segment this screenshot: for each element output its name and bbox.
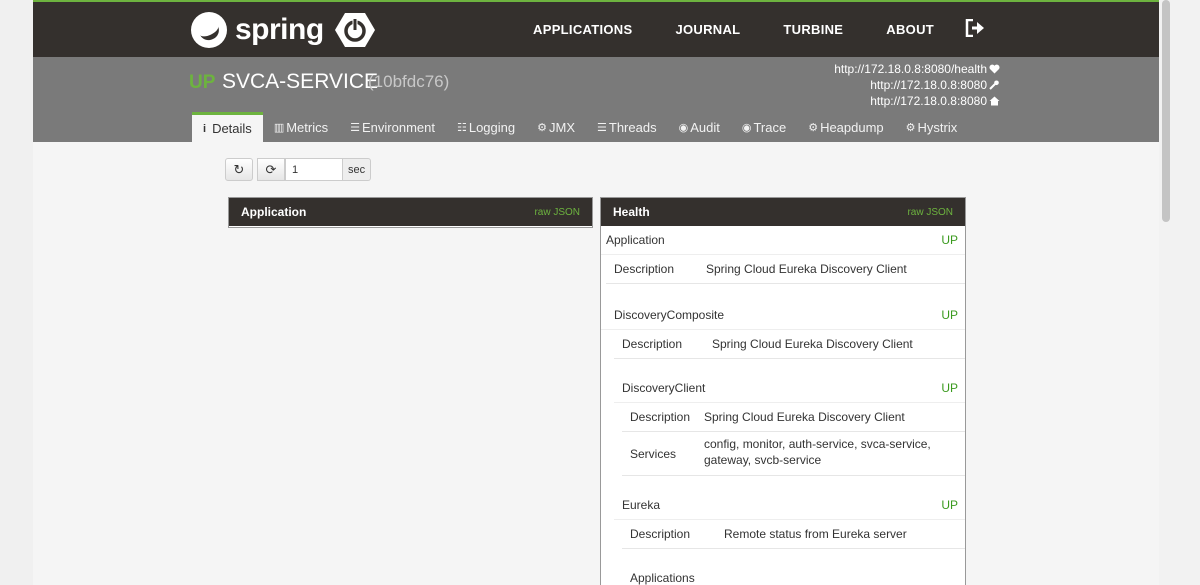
top-navbar: spring APPLICATIONS JOURNAL TURBINE ABOU… bbox=[33, 0, 1159, 57]
tab-jmx[interactable]: ⚙ JMX bbox=[526, 112, 586, 142]
status-badge: UP bbox=[941, 498, 958, 512]
threads-icon: ☰ bbox=[597, 121, 607, 134]
detail-key: Description bbox=[622, 337, 683, 351]
cogs-icon: ⚙ bbox=[537, 121, 547, 134]
endpoint-urls: http://172.18.0.8:8080/health http://172… bbox=[834, 61, 1000, 109]
nav-turbine[interactable]: TURBINE bbox=[783, 22, 843, 37]
bar-chart-icon: ▥ bbox=[273, 121, 285, 134]
management-url[interactable]: http://172.18.0.8:8080 bbox=[834, 77, 1000, 93]
refresh-interval-input[interactable] bbox=[285, 158, 343, 181]
eye-icon: ◉ bbox=[741, 121, 752, 134]
detail-row: Description Remote status from Eureka se… bbox=[622, 520, 965, 549]
detail-value: Spring Cloud Eureka Discovery Client bbox=[712, 337, 913, 351]
logout-icon[interactable] bbox=[965, 19, 985, 37]
tab-details[interactable]: i Details bbox=[192, 112, 263, 142]
tab-trace[interactable]: ◉ Trace bbox=[731, 112, 797, 142]
tab-metrics[interactable]: ▥ Metrics bbox=[263, 112, 339, 142]
health-panel-header: Health raw JSON bbox=[601, 198, 965, 226]
status-badge: UP bbox=[941, 233, 958, 247]
health-group-applications: Applications bbox=[622, 564, 965, 585]
health-label: DiscoveryComposite bbox=[614, 308, 725, 322]
raw-json-link[interactable]: raw JSON bbox=[907, 207, 953, 218]
detail-value: Spring Cloud Eureka Discovery Client bbox=[706, 262, 907, 276]
gear-icon: ⚙ bbox=[905, 121, 916, 134]
health-group-application: Application UP bbox=[601, 226, 965, 255]
tab-threads[interactable]: ☰ Threads bbox=[586, 112, 668, 142]
detail-row: Services config, monitor, auth-service, … bbox=[622, 432, 965, 476]
refresh-icon: ↻ bbox=[233, 161, 245, 177]
panel-title: Health bbox=[613, 205, 650, 219]
refresh-controls: ↻ ⟳ sec bbox=[225, 158, 372, 181]
detail-row: Description Spring Cloud Eureka Discover… bbox=[614, 330, 965, 359]
detail-key: Description bbox=[614, 262, 675, 276]
health-label: DiscoveryClient bbox=[622, 381, 706, 395]
interval-unit-label: sec bbox=[343, 158, 372, 181]
detail-tabs: i Details ▥ Metrics ☰ Environment ☷ Logging … bbox=[192, 112, 968, 142]
health-group-discovery-composite: DiscoveryComposite UP bbox=[601, 301, 965, 330]
health-label: Application bbox=[606, 233, 665, 247]
spring-boot-power-icon bbox=[335, 13, 375, 47]
auto-refresh-icon: ⟳ bbox=[265, 161, 277, 177]
service-url[interactable]: http://172.18.0.8:8080 bbox=[834, 93, 1000, 109]
cubes-icon: ⚙ bbox=[808, 121, 819, 134]
spring-leaf-icon bbox=[191, 12, 227, 48]
info-icon: i bbox=[203, 122, 207, 135]
nav-journal[interactable]: JOURNAL bbox=[675, 22, 740, 37]
page: spring APPLICATIONS JOURNAL TURBINE ABOU… bbox=[33, 0, 1159, 585]
user-circle-icon: ◉ bbox=[678, 121, 689, 134]
main-nav: APPLICATIONS JOURNAL TURBINE ABOUT bbox=[533, 2, 1159, 57]
service-id: (10bfdc76) bbox=[368, 72, 450, 91]
heart-icon bbox=[989, 64, 1000, 74]
detail-row: Description Spring Cloud Eureka Discover… bbox=[606, 255, 965, 284]
tab-logging[interactable]: ☷ Logging bbox=[446, 112, 526, 142]
health-group-discovery-client: DiscoveryClient UP bbox=[614, 374, 965, 403]
raw-json-link[interactable]: raw JSON bbox=[534, 207, 580, 218]
health-panel: Health raw JSON Application UP Descripti… bbox=[600, 197, 966, 585]
instance-header: UP SVCA-SERVICE (10bfdc76) http://172.18… bbox=[33, 57, 1159, 142]
detail-key: Description bbox=[630, 527, 691, 541]
sliders-icon: ☷ bbox=[456, 121, 467, 134]
detail-value: config, monitor, auth-service, svca-serv… bbox=[704, 436, 931, 467]
list-icon: ☰ bbox=[350, 121, 360, 134]
status-badge: UP bbox=[941, 308, 958, 322]
brand-name: spring bbox=[235, 13, 324, 46]
tab-hystrix[interactable]: ⚙ Hystrix bbox=[895, 112, 969, 142]
tab-environment[interactable]: ☰ Environment bbox=[339, 112, 446, 142]
detail-value: Spring Cloud Eureka Discovery Client bbox=[704, 410, 905, 424]
tab-audit[interactable]: ◉ Audit bbox=[668, 112, 731, 142]
panel-title: Application bbox=[241, 205, 307, 219]
refresh-button[interactable]: ↻ bbox=[225, 158, 253, 181]
nav-about[interactable]: ABOUT bbox=[886, 22, 934, 37]
detail-row: Description Spring Cloud Eureka Discover… bbox=[622, 403, 965, 432]
home-icon bbox=[989, 96, 1000, 106]
detail-value: Remote status from Eureka server bbox=[724, 527, 907, 541]
auto-refresh-button[interactable]: ⟳ bbox=[257, 158, 285, 181]
tab-heapdump[interactable]: ⚙ Heapdump bbox=[797, 112, 894, 142]
application-panel-header: Application raw JSON bbox=[229, 198, 592, 226]
service-name: SVCA-SERVICE bbox=[222, 70, 378, 93]
health-label: Eureka bbox=[622, 498, 661, 512]
spring-logo[interactable]: spring bbox=[191, 10, 324, 50]
health-label: Applications bbox=[630, 571, 695, 585]
vertical-scrollbar[interactable] bbox=[1162, 0, 1170, 222]
application-panel: Application raw JSON bbox=[228, 197, 593, 228]
nav-applications[interactable]: APPLICATIONS bbox=[533, 22, 632, 37]
detail-key: Description bbox=[630, 410, 691, 424]
health-group-eureka: Eureka UP bbox=[614, 491, 965, 520]
detail-key: Services bbox=[630, 446, 677, 461]
status-badge: UP bbox=[189, 72, 216, 93]
wrench-icon bbox=[989, 80, 999, 90]
health-url[interactable]: http://172.18.0.8:8080/health bbox=[834, 61, 1000, 77]
status-badge: UP bbox=[941, 381, 958, 395]
